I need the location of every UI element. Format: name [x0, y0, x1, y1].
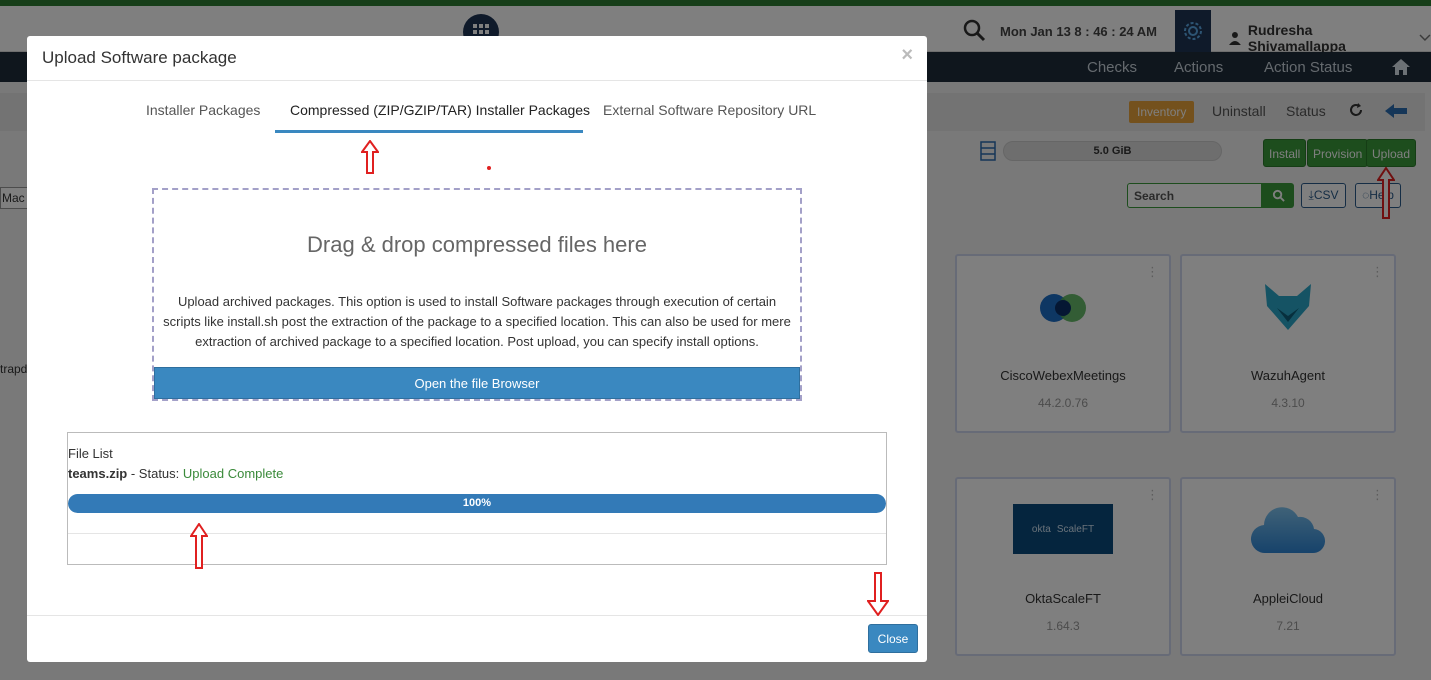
annotation-dot	[487, 166, 491, 170]
file-name: teams.zip	[68, 466, 128, 481]
tab-compressed-packages[interactable]: Compressed (ZIP/GZIP/TAR) Installer Pack…	[290, 102, 590, 118]
annotation-up-arrow-icon	[190, 523, 208, 569]
dropzone-title: Drag & drop compressed files here	[307, 232, 647, 257]
modal-header: Upload Software package ×	[27, 36, 927, 81]
upload-progress-fill: 100%	[68, 494, 886, 513]
file-list-title: File List	[68, 446, 113, 461]
dropzone-description: Upload archived packages. This option is…	[163, 294, 791, 349]
annotation-up-arrow-icon	[361, 140, 379, 174]
tab-external-repository-url[interactable]: External Software Repository URL	[603, 102, 816, 118]
status-prefix: - Status:	[127, 466, 183, 481]
modal-footer-divider	[27, 615, 927, 616]
close-button[interactable]: Close	[868, 624, 918, 653]
annotation-down-arrow-icon	[867, 572, 889, 616]
upload-status: Upload Complete	[182, 466, 284, 481]
open-file-browser-button[interactable]: Open the file Browser	[154, 367, 800, 399]
close-icon[interactable]: ×	[901, 44, 913, 67]
upload-software-modal: Upload Software package × Installer Pack…	[27, 36, 927, 662]
tab-installer-packages[interactable]: Installer Packages	[146, 102, 260, 118]
upload-progress-bar: 100%	[68, 494, 886, 513]
file-dropzone[interactable]: Drag & drop compressed files here Upload…	[152, 188, 802, 401]
modal-title: Upload Software package	[42, 48, 237, 67]
file-row: teams.zip - Status: Upload Complete	[68, 466, 283, 481]
active-tab-indicator	[275, 130, 583, 133]
